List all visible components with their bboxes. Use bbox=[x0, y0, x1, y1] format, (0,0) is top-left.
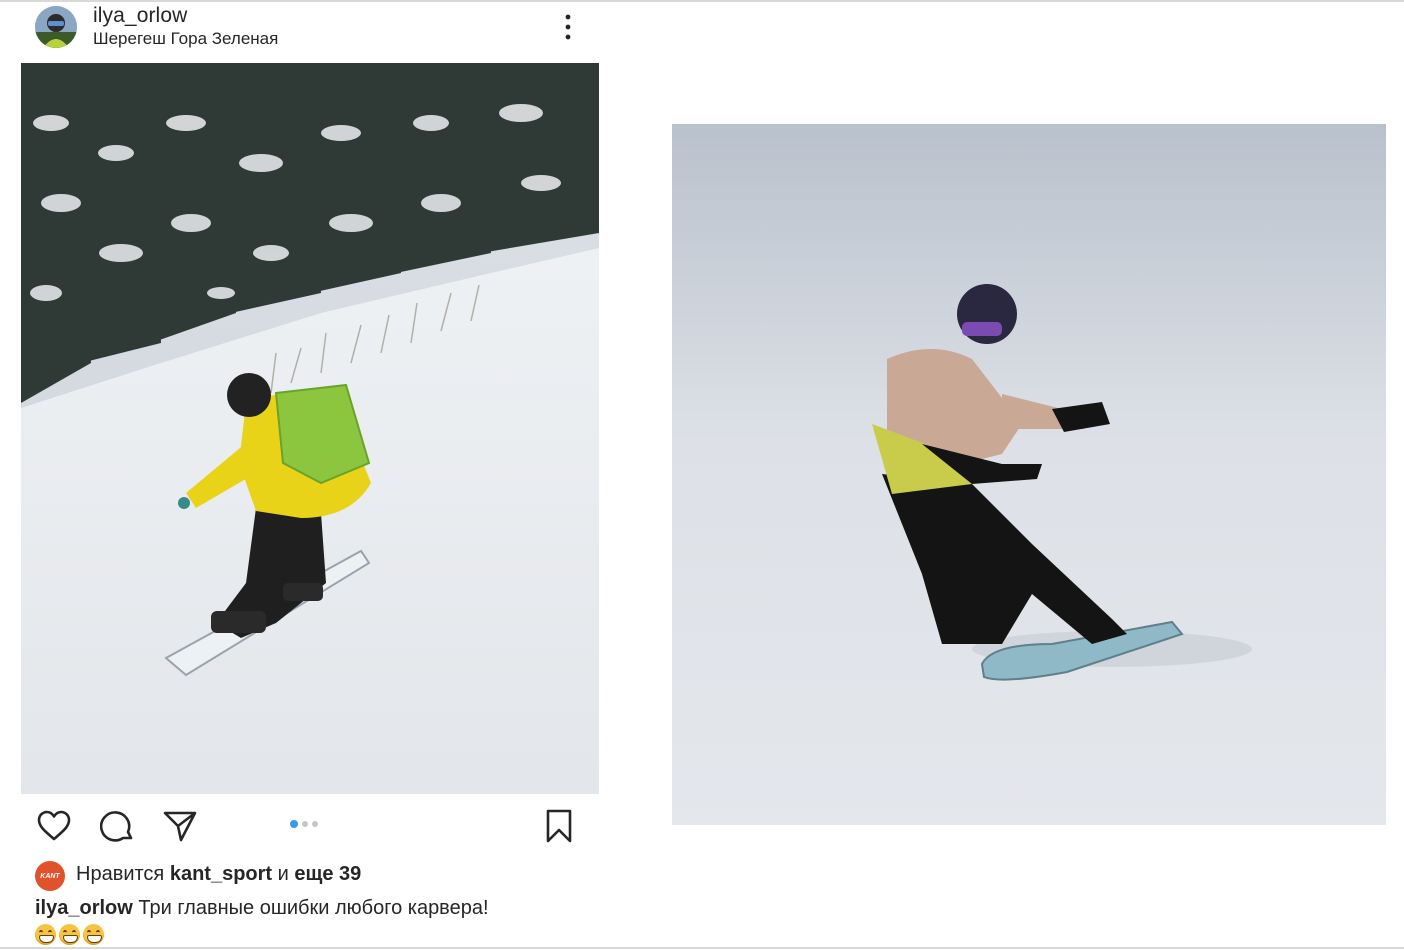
save-button[interactable] bbox=[541, 808, 577, 844]
carousel-dot bbox=[312, 821, 318, 827]
caption-emoji-row bbox=[35, 924, 104, 945]
likes-prefix: Нравится bbox=[76, 863, 165, 885]
more-vertical-icon bbox=[565, 14, 571, 40]
bookmark-icon bbox=[546, 809, 572, 843]
caption-username[interactable]: ilya_orlow bbox=[35, 897, 133, 919]
like-button[interactable] bbox=[36, 808, 72, 844]
carving-snowboarder-photo bbox=[672, 124, 1386, 825]
liker-avatar[interactable]: KANT bbox=[35, 861, 65, 891]
post-location[interactable]: Шерегеш Гора Зеленая bbox=[93, 29, 278, 49]
side-photo bbox=[672, 124, 1386, 825]
more-options-button[interactable] bbox=[556, 12, 580, 42]
profile-avatar[interactable] bbox=[35, 6, 77, 48]
heart-icon bbox=[37, 810, 71, 841]
carousel-dot-active bbox=[290, 820, 298, 828]
snowboarder-photo bbox=[21, 63, 599, 794]
liked-by-username[interactable]: kant_sport bbox=[170, 863, 272, 885]
post-caption: ilya_orlow Три главные ошибки любого кар… bbox=[35, 897, 489, 920]
post-photo[interactable] bbox=[21, 63, 599, 794]
grin-emoji-icon bbox=[35, 924, 56, 945]
grin-emoji-icon bbox=[83, 924, 104, 945]
kant-logo-text: KANT bbox=[40, 872, 60, 880]
avatar-image bbox=[35, 6, 77, 48]
likes-connector: и bbox=[277, 863, 289, 885]
bottom-divider bbox=[0, 947, 1404, 949]
top-divider bbox=[0, 0, 1404, 2]
likes-others-count[interactable]: еще 39 bbox=[294, 863, 361, 885]
carousel-indicator bbox=[290, 820, 318, 829]
comment-bubble-icon bbox=[99, 811, 133, 842]
comment-button[interactable] bbox=[99, 808, 136, 844]
share-button[interactable] bbox=[162, 808, 198, 844]
likes-summary[interactable]: Нравится kant_sport и еще 39 bbox=[76, 863, 361, 886]
grin-emoji-icon bbox=[59, 924, 80, 945]
carousel-dot bbox=[302, 821, 308, 827]
caption-text: Три главные ошибки любого карвера! bbox=[138, 897, 489, 919]
paper-plane-icon bbox=[163, 811, 197, 842]
post-username[interactable]: ilya_orlow bbox=[93, 4, 187, 28]
